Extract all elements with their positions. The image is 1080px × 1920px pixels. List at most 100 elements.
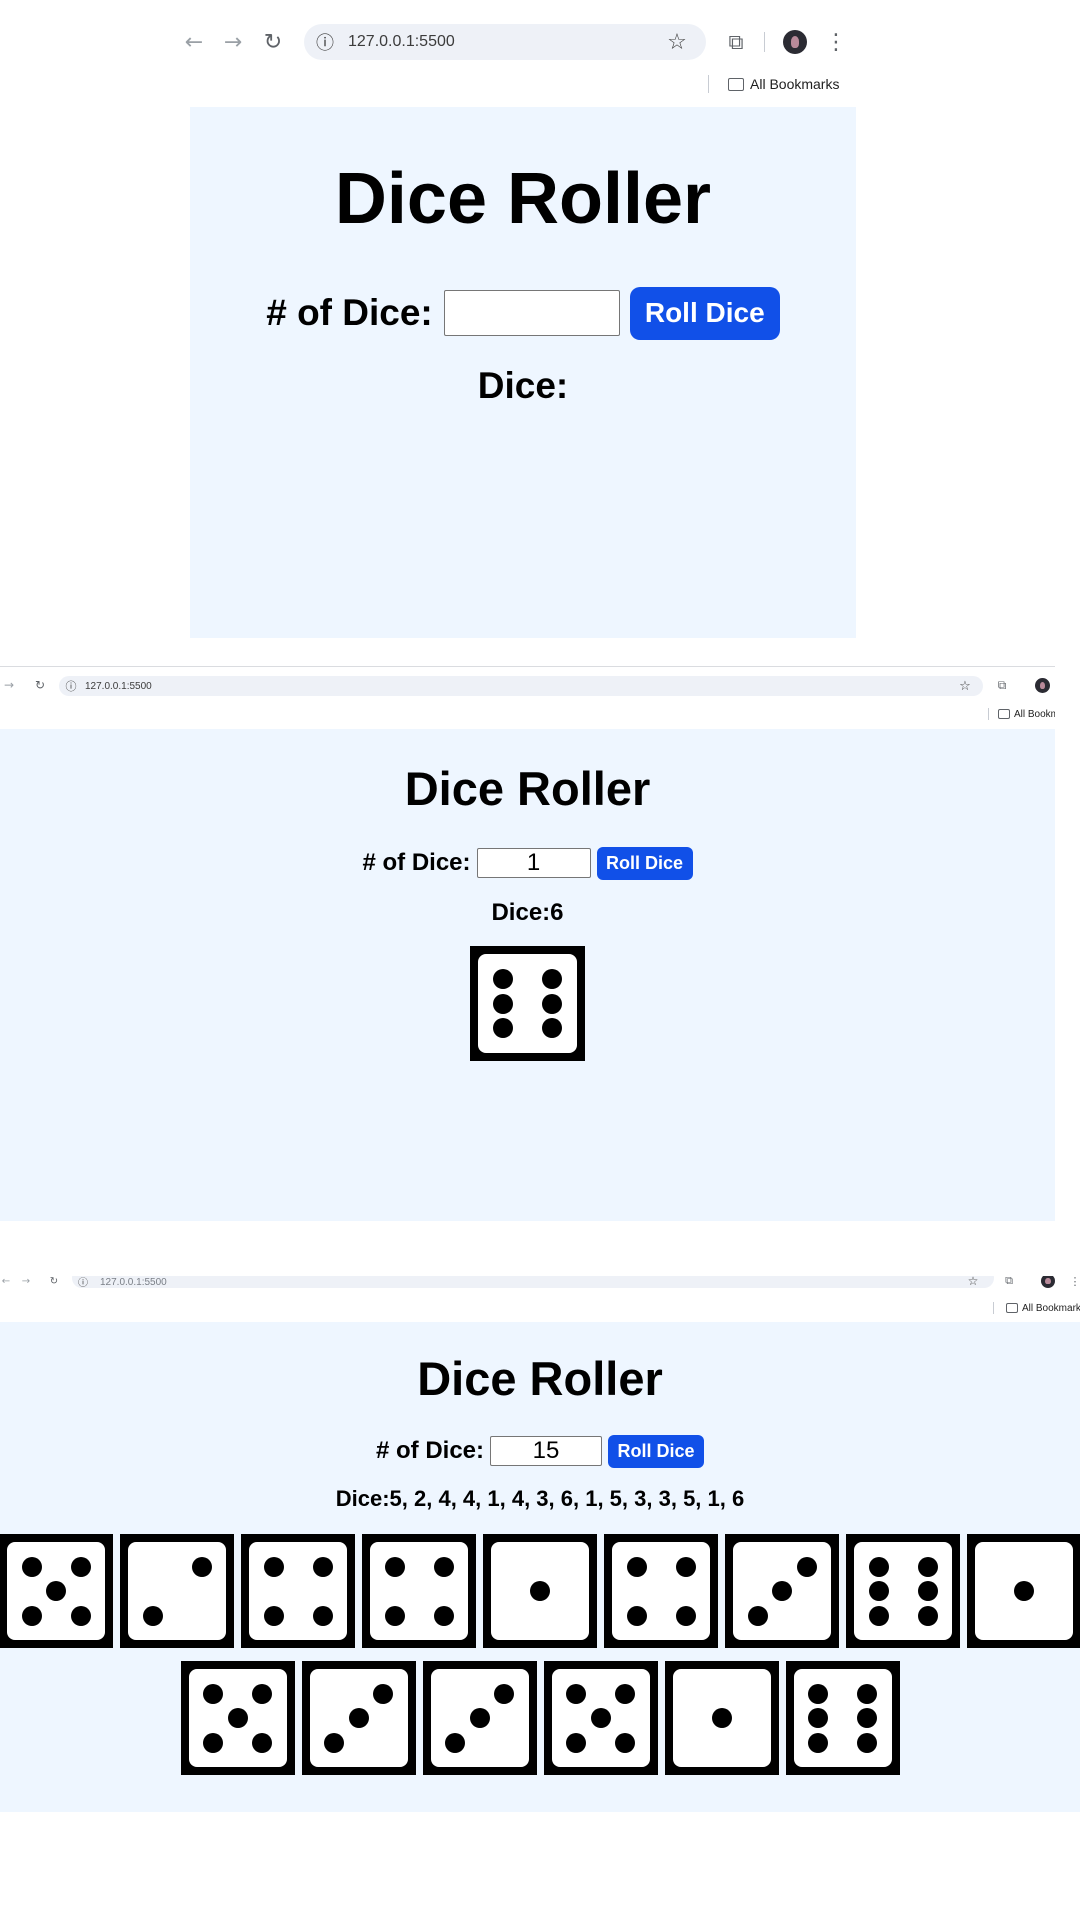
die-pip [21,1605,42,1626]
bookmark-star-icon[interactable]: ☆ [965,1276,981,1289]
die-face [672,1669,771,1767]
die-pip [384,1605,405,1626]
die-pip [566,1683,586,1704]
reload-icon[interactable]: ↻ [48,1276,60,1288]
die-face [612,1542,710,1640]
die-4 [362,1534,476,1648]
reload-icon[interactable]: ↻ [32,677,48,693]
bookmarks-divider [993,1302,994,1314]
die-pip [70,1556,91,1577]
die-1 [664,1661,779,1775]
die-face [249,1542,347,1640]
dice-area [0,1322,1080,1812]
die-pip [252,1683,272,1704]
die-pip [808,1708,828,1728]
die-pip [530,1581,550,1601]
die-pip [626,1605,647,1626]
die-face [128,1542,226,1640]
die-pip [312,1556,333,1577]
die-pip [542,968,563,989]
die-face [370,1542,468,1640]
die-pip [566,1732,586,1753]
page-title: Dice Roller [334,159,712,239]
reload-icon[interactable]: ↻ [259,28,287,56]
die-pip [615,1683,635,1704]
bookmarks-folder-icon [728,77,744,91]
all-bookmarks[interactable]: All Bookmarks [728,72,839,96]
die-pip [21,1556,42,1577]
dice-result: Dice: [190,365,856,407]
die-pip [796,1556,817,1577]
die-face [7,1542,105,1640]
die-pip [857,1683,877,1704]
forward-arrow-icon[interactable]: → [2,677,16,693]
die-pip [252,1732,272,1753]
url-text[interactable]: 127.0.0.1:5500 [348,24,455,60]
browser-toolbar-3: ← → ↻ ⓘ 127.0.0.1:5500 ☆ ⧉ ⋮ All Bookmar… [0,1276,1080,1321]
die-pip [324,1732,344,1753]
back-arrow-icon[interactable]: ← [0,1276,12,1288]
die-4 [604,1534,718,1648]
all-bookmarks[interactable]: All Bookmarks [1006,1300,1080,1316]
address-bar[interactable]: ⓘ 127.0.0.1:5500 ☆ [304,24,706,60]
url-text[interactable]: 127.0.0.1:5500 [100,1276,167,1288]
die-pip [857,1732,877,1753]
extensions-icon[interactable]: ⧉ [722,28,750,56]
site-info-icon[interactable]: ⓘ [76,1276,90,1289]
die-pip [857,1708,877,1728]
die-pip [312,1605,333,1626]
die-3 [301,1661,416,1775]
die-pip [917,1556,938,1577]
die-pip [675,1556,696,1577]
die-pip [445,1732,465,1753]
die-pip [263,1556,284,1577]
die-6 [470,946,585,1061]
back-arrow-icon[interactable]: ← [180,28,208,56]
die-pip [373,1683,393,1704]
die-4 [241,1534,355,1648]
more-menu-icon[interactable]: ⋮ [1070,1276,1080,1288]
die-face [854,1542,952,1640]
die-face [733,1542,831,1640]
dice-count-input[interactable] [443,290,620,336]
extensions-icon[interactable]: ⧉ [994,677,1010,693]
die-pip [492,993,513,1014]
die-pip [433,1556,454,1577]
die-pip [542,1018,563,1039]
die-pip [492,968,513,989]
browser-toolbar-1: ← → ↻ ⓘ 127.0.0.1:5500 ☆ ⧉ ⋮ All Bookmar… [0,0,1080,104]
extensions-icon[interactable]: ⧉ [1002,1276,1016,1288]
more-menu-icon[interactable]: ⋮ [825,28,847,56]
die-pip [227,1708,248,1728]
die-pip [808,1732,828,1753]
die-pip [1014,1581,1034,1601]
die-1 [967,1534,1080,1648]
all-bookmarks[interactable]: All Bookm [998,706,1055,722]
die-pip [615,1732,635,1753]
die-pip [808,1683,828,1704]
forward-arrow-icon[interactable]: → [219,28,247,56]
die-face [309,1669,408,1767]
profile-avatar[interactable] [1041,1276,1055,1288]
die-pip [590,1708,611,1728]
die-pip [868,1605,889,1626]
die-6 [846,1534,960,1648]
profile-avatar[interactable] [783,30,807,54]
profile-avatar[interactable] [1035,678,1050,693]
bookmark-star-icon[interactable]: ☆ [664,29,690,55]
address-bar[interactable]: ⓘ 127.0.0.1:5500 ☆ [72,1276,994,1289]
site-info-icon[interactable]: ⓘ [63,678,79,694]
bookmarks-folder-icon [998,709,1010,719]
die-pip [494,1683,514,1704]
url-text[interactable]: 127.0.0.1:5500 [85,676,152,696]
roll-dice-button[interactable]: Roll Dice [629,286,780,340]
site-info-icon[interactable]: ⓘ [313,30,337,54]
forward-arrow-icon[interactable]: → [20,1276,32,1288]
bookmark-star-icon[interactable]: ☆ [956,677,974,695]
die-1 [483,1534,597,1648]
address-bar[interactable]: ⓘ 127.0.0.1:5500 ☆ [59,676,983,696]
die-pip [348,1708,369,1728]
die-pip [868,1581,889,1601]
bookmarks-folder-icon [1006,1303,1018,1313]
dice-roller-page-1: Dice Roller # of Dice: Roll Dice Dice: [190,107,856,638]
